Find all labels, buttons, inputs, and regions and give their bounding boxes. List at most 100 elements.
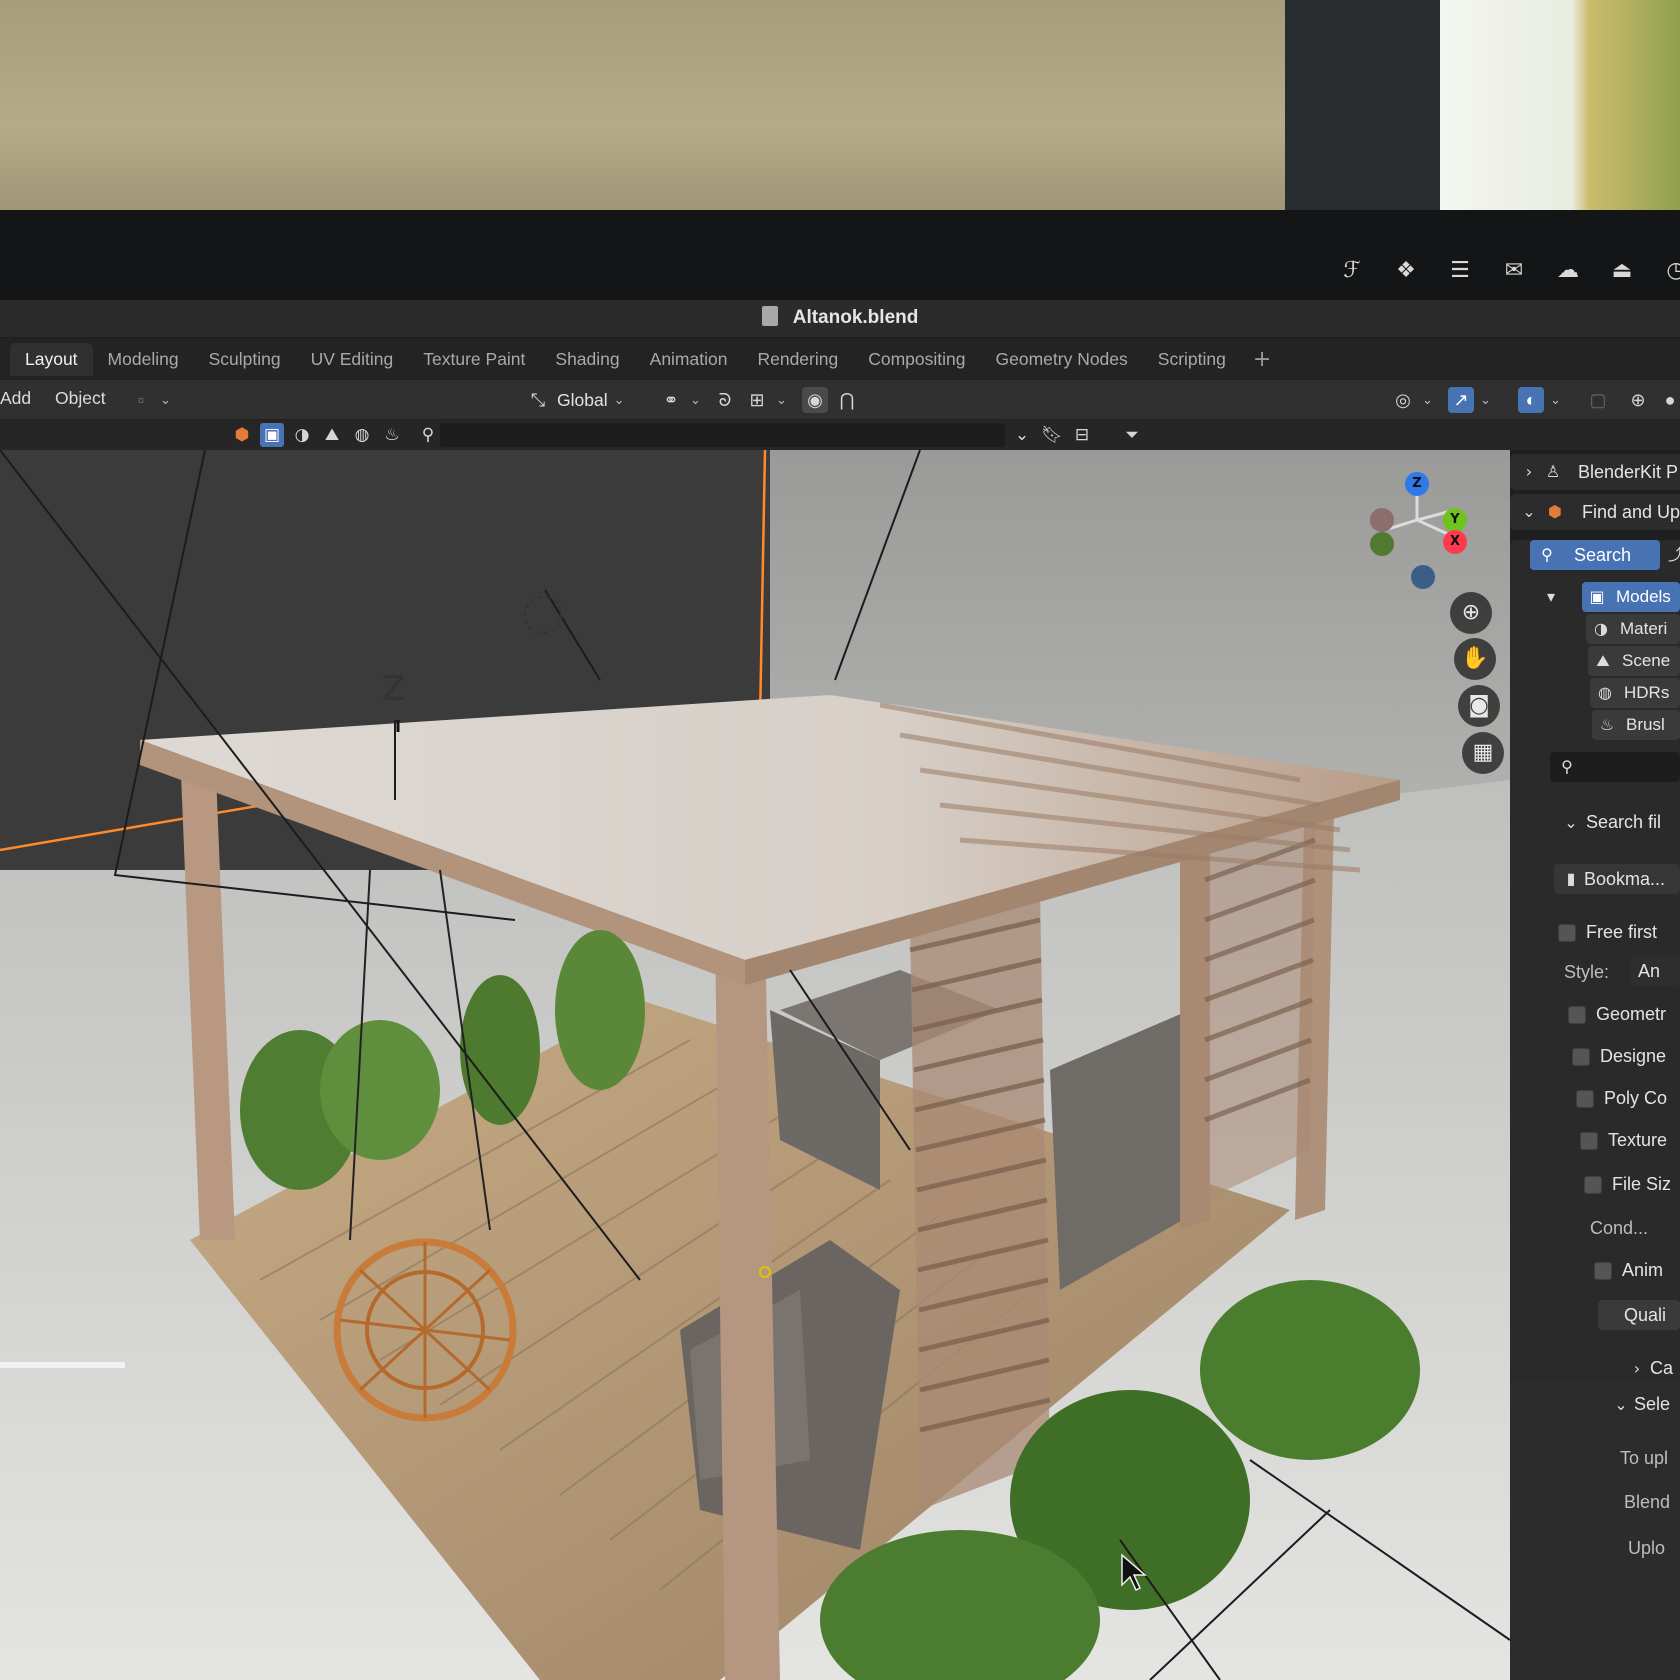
geometry-checkbox[interactable] bbox=[1568, 1006, 1586, 1024]
snapping-dropdown[interactable]: ᘐ ⊞ ⌄ bbox=[712, 386, 787, 414]
chat-icon[interactable]: ✉ bbox=[1500, 258, 1528, 284]
snap-dropdown[interactable]: ▫ ⌄ bbox=[128, 386, 171, 414]
chevron-down-icon[interactable]: ⌄ bbox=[1610, 1394, 1632, 1416]
tab-texture-paint[interactable]: Texture Paint bbox=[408, 343, 540, 376]
3d-viewport[interactable]: Z Z Y X ⊕ ✋ ◙ ▦ bbox=[0, 450, 1510, 1680]
gizmo-dropdown[interactable]: ↗ ⌄ bbox=[1448, 386, 1491, 414]
perspective-grid-icon[interactable]: ▦ bbox=[1462, 732, 1504, 774]
find-upload-panel[interactable]: ⌄ ⬢ Find and Up bbox=[1510, 494, 1680, 530]
add-workspace-button[interactable]: + bbox=[1241, 347, 1283, 372]
navigation-gizmo[interactable]: Z Y X bbox=[1365, 470, 1475, 600]
hdr-icon: ◍ bbox=[1598, 683, 1612, 702]
tab-scripting[interactable]: Scripting bbox=[1143, 343, 1241, 376]
quality-dropdown[interactable]: Quali bbox=[1598, 1300, 1680, 1330]
axis-x-dot[interactable]: X bbox=[1443, 530, 1467, 554]
title-bar: Altanok.blend bbox=[0, 300, 1680, 338]
chevron-down-icon[interactable]: ⌄ bbox=[1560, 812, 1582, 834]
bookmark-icon[interactable]: 🔖︎ bbox=[1040, 423, 1064, 447]
tab-shading[interactable]: Shading bbox=[540, 343, 634, 376]
magnet-icon: ᘐ bbox=[718, 390, 732, 410]
collapse-triangle-icon[interactable]: ▾ bbox=[1540, 586, 1562, 608]
asset-type-brushes[interactable]: ♨ Brusl bbox=[1592, 710, 1680, 740]
proportional-edit[interactable]: ◉ ⋂ bbox=[802, 386, 860, 414]
chevron-down-icon: ⌄ bbox=[1480, 392, 1491, 407]
proportional-edit-icon: ◉ bbox=[802, 387, 828, 413]
animated-checkbox[interactable] bbox=[1594, 1262, 1612, 1280]
transform-orientation-dropdown[interactable]: ⤡ Global ⌄ bbox=[525, 386, 625, 414]
dropbox-icon[interactable]: ❖ bbox=[1392, 258, 1420, 284]
add-menu[interactable]: Add bbox=[0, 388, 31, 409]
background-window bbox=[1440, 0, 1680, 215]
models-icon[interactable]: ▣ bbox=[260, 423, 284, 447]
upload-tab-icon[interactable]: ⤴ bbox=[1665, 544, 1680, 566]
gizmo-icon: ↗ bbox=[1448, 387, 1474, 413]
overlays-icon: ◐ bbox=[1518, 387, 1544, 413]
file-size-checkbox[interactable] bbox=[1584, 1176, 1602, 1194]
blenderkit-logo-icon: ⬢ bbox=[1548, 502, 1562, 521]
free-first-checkbox[interactable] bbox=[1558, 924, 1576, 942]
asset-type-models[interactable]: ▣ Models bbox=[1582, 582, 1680, 612]
pan-hand-icon[interactable]: ✋ bbox=[1454, 638, 1496, 680]
cloud-icon[interactable]: ☁ bbox=[1554, 258, 1582, 284]
xray-toggle[interactable]: ▢ bbox=[1585, 386, 1611, 414]
designer-checkbox[interactable] bbox=[1572, 1048, 1590, 1066]
pivot-dropdown[interactable]: ⚭ ⌄ bbox=[658, 386, 700, 414]
clock-icon[interactable]: ◷ bbox=[1662, 258, 1680, 284]
tab-compositing[interactable]: Compositing bbox=[853, 343, 980, 376]
style-dropdown[interactable]: An bbox=[1630, 956, 1680, 986]
blenderkit-asset-bar: ⬢ ▣ ◑ ⛰ ◍ ♨ ⚲ ⌄ 🔖︎ ⊟ ⏷ bbox=[0, 420, 1680, 450]
camera-view-icon[interactable]: ◙ bbox=[1458, 685, 1500, 727]
shading-modes[interactable]: ⊕ ● bbox=[1625, 386, 1680, 414]
sort-icon[interactable]: ⊟ bbox=[1070, 423, 1094, 447]
chevron-right-icon[interactable]: › bbox=[1626, 1358, 1648, 1380]
asset-type-hdrs[interactable]: ◍ HDRs bbox=[1590, 678, 1680, 708]
materials-icon[interactable]: ◑ bbox=[290, 423, 314, 447]
chevron-down-icon: ⌄ bbox=[1422, 392, 1433, 407]
chevron-down-icon[interactable]: ⌄ bbox=[1010, 423, 1034, 447]
tab-animation[interactable]: Animation bbox=[635, 343, 743, 376]
brushes-icon: ♨ bbox=[1599, 715, 1615, 734]
tab-sculpting[interactable]: Sculpting bbox=[194, 343, 296, 376]
filter-icon[interactable]: ⏷ bbox=[1120, 423, 1144, 447]
transform-orientation-value: Global bbox=[557, 389, 608, 410]
font-icon[interactable]: ℱ bbox=[1338, 258, 1366, 284]
blenderkit-profile-panel[interactable]: › ♙ BlenderKit P bbox=[1510, 454, 1680, 490]
axis-y-dot[interactable]: Y bbox=[1443, 508, 1467, 532]
search-icon[interactable]: ⚲ bbox=[416, 423, 440, 447]
axis-z-dot[interactable]: Z bbox=[1405, 472, 1429, 496]
bookmark-icon: ▮ bbox=[1566, 869, 1576, 888]
object-menu[interactable]: Object bbox=[55, 388, 106, 409]
tab-geometry-nodes[interactable]: Geometry Nodes bbox=[981, 343, 1143, 376]
bookmarks-button[interactable]: ▮ Bookma... bbox=[1554, 864, 1680, 894]
search-tab-button[interactable]: ⚲ Search bbox=[1530, 540, 1660, 570]
search-filters-header[interactable]: Search fil bbox=[1586, 812, 1661, 833]
tab-modeling[interactable]: Modeling bbox=[93, 343, 194, 376]
overlays-dropdown[interactable]: ◐ ⌄ bbox=[1518, 386, 1561, 414]
zoom-icon[interactable]: ⊕ bbox=[1450, 592, 1492, 634]
tab-rendering[interactable]: Rendering bbox=[742, 343, 853, 376]
selected-panel-title[interactable]: Sele bbox=[1634, 1394, 1670, 1415]
hdr-icon[interactable]: ◍ bbox=[350, 423, 374, 447]
poly-count-checkbox[interactable] bbox=[1576, 1090, 1594, 1108]
axis-neg-z-dot[interactable] bbox=[1411, 565, 1435, 589]
axis-neg-y-dot[interactable] bbox=[1370, 532, 1394, 556]
wireframe-shading-icon: ⊕ bbox=[1630, 390, 1646, 410]
tab-layout[interactable]: Layout bbox=[10, 342, 93, 376]
asset-search-field[interactable] bbox=[440, 423, 1005, 447]
scenes-icon[interactable]: ⛰ bbox=[320, 423, 344, 447]
sidebar-search-input[interactable]: ⚲ bbox=[1550, 752, 1680, 782]
texture-checkbox[interactable] bbox=[1580, 1132, 1598, 1150]
axis-neg-x-dot[interactable] bbox=[1370, 508, 1394, 532]
light-empty bbox=[524, 596, 562, 634]
tab-uv-editing[interactable]: UV Editing bbox=[296, 343, 409, 376]
asset-type-scenes[interactable]: ⛰ Scene bbox=[1588, 646, 1680, 676]
visibility-dropdown[interactable]: ◎ ⌄ bbox=[1390, 386, 1433, 414]
brushes-icon[interactable]: ♨ bbox=[380, 423, 404, 447]
asset-type-materials[interactable]: ◑ Materi bbox=[1586, 614, 1680, 644]
list-icon[interactable]: ☰ bbox=[1446, 258, 1474, 284]
user-icon: ♙ bbox=[1545, 462, 1561, 481]
find-upload-title: Find and Up bbox=[1582, 502, 1680, 522]
collapsed-panel-ca[interactable]: Ca bbox=[1650, 1358, 1673, 1379]
style-label: Style: bbox=[1564, 962, 1610, 982]
upload-icon[interactable]: ⏏ bbox=[1608, 258, 1636, 284]
